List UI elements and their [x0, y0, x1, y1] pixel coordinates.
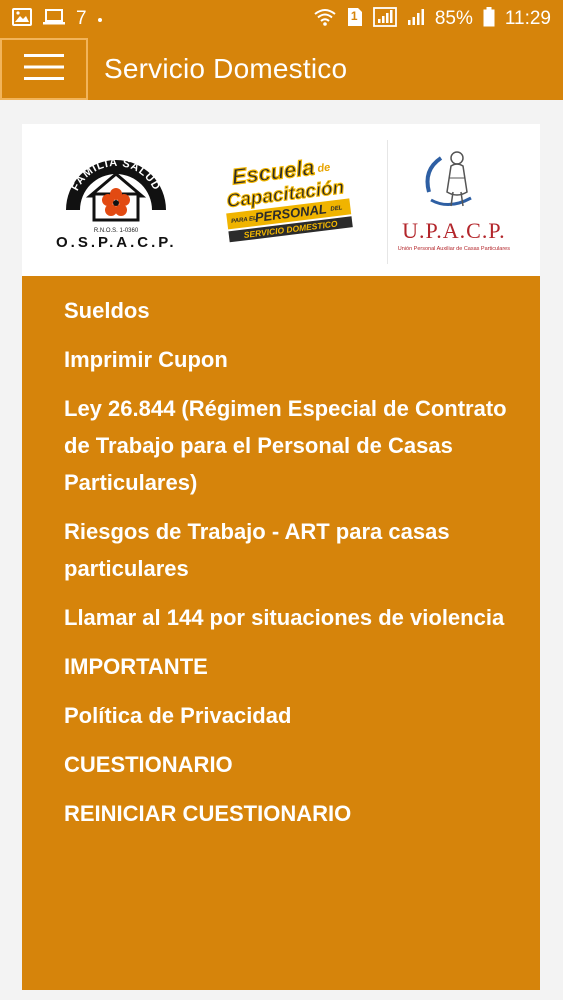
battery-icon [483, 6, 495, 32]
signal-icon [372, 6, 397, 32]
status-bar-left: 7 [12, 7, 103, 31]
upacp-name: U.P.A.C.P. [402, 218, 506, 243]
wifi-icon [313, 8, 337, 31]
image-icon [12, 7, 32, 31]
ospacp-logo: FAMILIA SALUD R.N.O.S. 1-0360 O.S.P.A.C.… [56, 150, 177, 251]
menu-item-llamar-144[interactable]: Llamar al 144 por situaciones de violenc… [22, 593, 540, 642]
battery-percent: 85% [434, 8, 473, 29]
sim-badge: 1 [350, 8, 358, 23]
content-card: FAMILIA SALUD R.N.O.S. 1-0360 O.S.P.A.C.… [22, 124, 540, 990]
status-bar: 7 1 85% 11:29 [0, 0, 563, 38]
app-title: Servicio Domestico [104, 53, 348, 84]
menu-button[interactable] [0, 38, 88, 100]
menu-item-riesgos-trabajo[interactable]: Riesgos de Trabajo - ART para casas part… [22, 507, 540, 593]
laptop-icon [42, 8, 66, 31]
escuela-logo: Escuela de Capacitación PARA EL PERSONAL… [221, 154, 353, 246]
logos-banner: FAMILIA SALUD R.N.O.S. 1-0360 O.S.P.A.C.… [22, 124, 540, 276]
escuela-de: de [317, 162, 331, 175]
logo-divider [387, 140, 388, 264]
upacp-emblem [425, 151, 472, 207]
menu-item-imprimir-cupon[interactable]: Imprimir Cupon [22, 335, 540, 384]
ospacp-name: O.S.P.A.C.P. [56, 233, 177, 251]
status-bar-right: 1 85% 11:29 [313, 6, 551, 32]
dot-icon [97, 10, 103, 28]
menu-list: Sueldos Imprimir Cupon Ley 26.844 (Régim… [22, 276, 540, 990]
upacp-logo: U.P.A.C.P. Unión Personal Auxiliar de Ca… [398, 148, 510, 252]
menu-item-ley[interactable]: Ley 26.844 (Régimen Especial de Contrato… [22, 384, 540, 507]
hamburger-icon [24, 52, 64, 87]
menu-item-reiniciar-cuestionario[interactable]: REINICIAR CUESTIONARIO [22, 789, 540, 838]
menu-item-importante[interactable]: IMPORTANTE [22, 642, 540, 691]
sim-icon: 1 [347, 7, 363, 32]
app-bar: Servicio Domestico [0, 38, 563, 100]
escuela-emblem: Escuela de Capacitación PARA EL PERSONAL… [225, 154, 353, 243]
menu-item-politica-privacidad[interactable]: Política de Privacidad [22, 691, 540, 740]
menu-item-cuestionario[interactable]: CUESTIONARIO [22, 740, 540, 789]
menu-item-sueldos[interactable]: Sueldos [22, 286, 540, 335]
ospacp-emblem: FAMILIA SALUD R.N.O.S. 1-0360 [66, 156, 167, 234]
upacp-subtitle: Unión Personal Auxiliar de Casas Particu… [397, 246, 510, 252]
clock: 11:29 [504, 8, 551, 29]
signal-icon-2 [407, 8, 425, 31]
status-left-text: 7 [76, 8, 87, 29]
